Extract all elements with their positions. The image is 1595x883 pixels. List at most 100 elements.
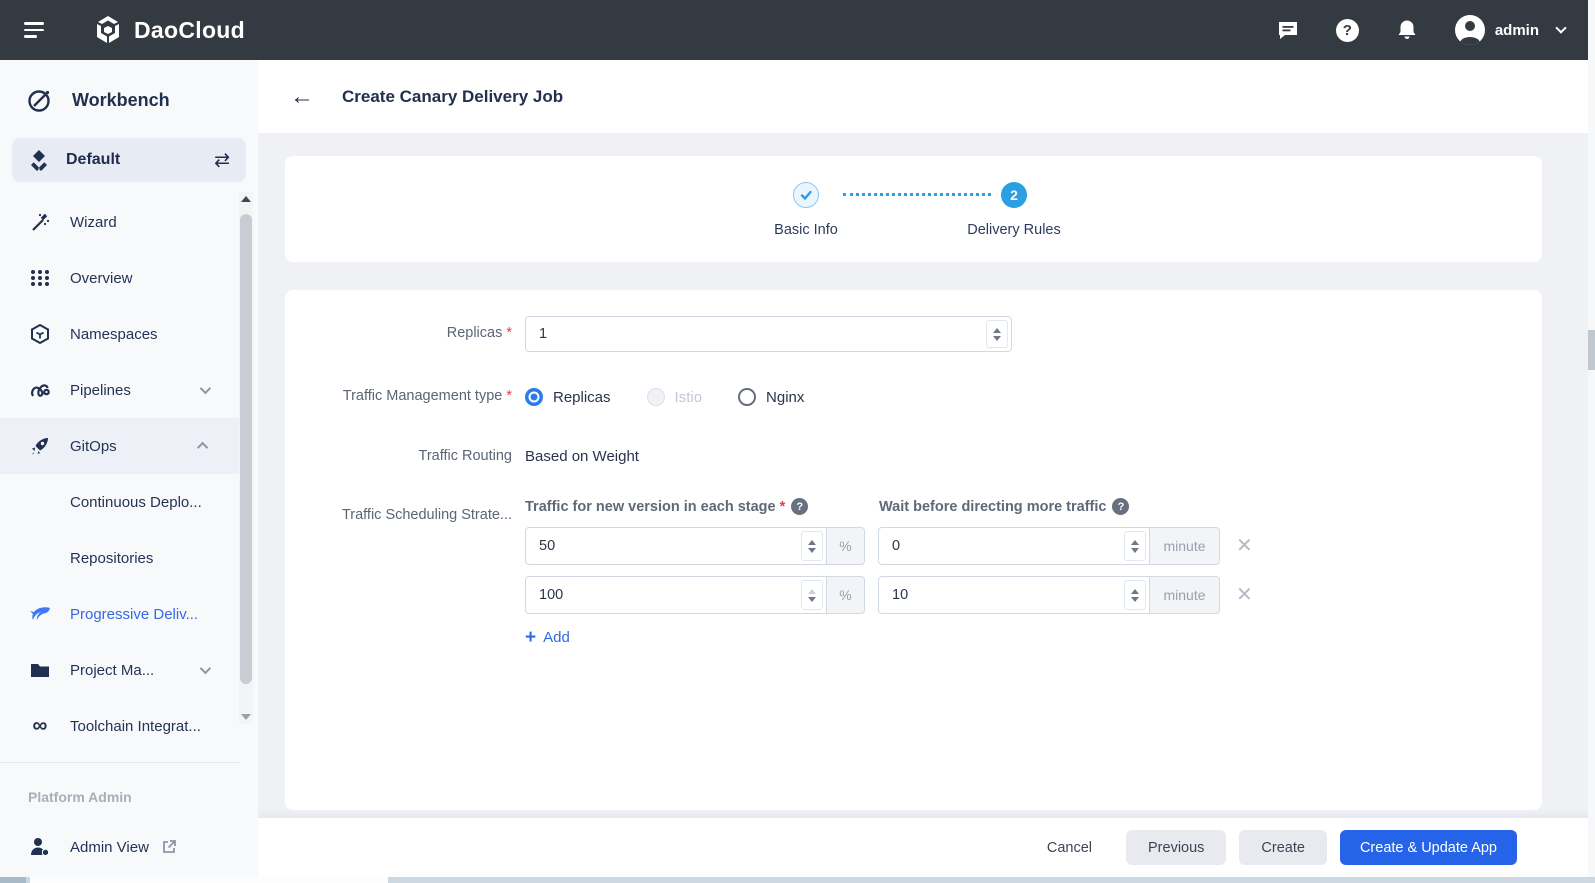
traffic-stage-column-header: Traffic for new version in each stage — [525, 499, 776, 515]
wait-column-header: Wait before directing more traffic — [879, 499, 1106, 515]
sidebar-item-project-management[interactable]: Project Ma... — [0, 642, 242, 698]
form-footer: Cancel Previous Create Create & Update A… — [258, 818, 1595, 877]
traffic-routing-label: Traffic Routing — [285, 439, 512, 465]
radio-selected-icon[interactable] — [525, 388, 543, 406]
step-delivery-rules-badge[interactable]: 2 — [1001, 182, 1027, 208]
delivery-rules-form-card: Replicas* Traffic Management type* Repli… — [285, 290, 1542, 810]
gitops-chevron-up-icon — [197, 442, 208, 453]
replicas-input-field[interactable] — [526, 326, 1011, 342]
radio-disabled-icon — [647, 388, 665, 406]
stage1-traffic-stepper[interactable] — [801, 531, 823, 561]
brand-name: DaoCloud — [134, 17, 245, 44]
sidebar-item-toolchain-integration[interactable]: ∞ Toolchain Integrat... — [0, 698, 242, 754]
traffic-type-label: Traffic Management type — [343, 388, 503, 404]
replicas-row: Replicas* — [285, 316, 1542, 352]
scheduling-strategy-row: Traffic Scheduling Strate... Traffic for… — [285, 498, 1542, 647]
workspace-icon — [28, 149, 50, 171]
step-label-basic-info: Basic Info — [774, 222, 838, 238]
stage1-wait-field[interactable] — [879, 538, 1149, 554]
stage2-traffic-stepper[interactable] — [801, 580, 823, 610]
required-asterisk: * — [506, 325, 512, 341]
project-chevron-down-icon — [200, 663, 211, 674]
radio-option-nginx[interactable]: Nginx — [738, 388, 804, 406]
sidebar-item-namespaces[interactable]: Namespaces — [0, 306, 242, 362]
scrollbar-thumb[interactable] — [240, 214, 252, 684]
stage1-wait-stepper[interactable] — [1124, 531, 1146, 561]
stage2-traffic-field[interactable] — [526, 587, 826, 603]
sidebar-item-pipelines[interactable]: Pipelines — [0, 362, 242, 418]
plus-icon: + — [525, 628, 536, 647]
sidebar: Workbench Default ⇄ Wizard — [0, 60, 258, 883]
window-horizontal-scrollbar[interactable] — [0, 877, 1595, 883]
replicas-stepper[interactable] — [986, 320, 1008, 348]
add-stage-button[interactable]: + Add — [525, 628, 570, 647]
gitops-rocket-icon — [28, 435, 52, 457]
sidebar-scrollbar[interactable] — [239, 192, 253, 724]
toolchain-infinity-icon: ∞ — [28, 719, 52, 733]
sidebar-menu: Wizard Overview Namespaces — [0, 194, 258, 754]
stage2-delete-icon[interactable]: ✕ — [1236, 585, 1253, 605]
sidebar-item-admin-view[interactable]: Admin View — [0, 835, 258, 859]
sidebar-item-progressive-delivery[interactable]: Progressive Deliv... — [0, 586, 242, 642]
brand[interactable]: DaoCloud — [92, 14, 245, 46]
stage1-traffic-input — [525, 527, 827, 565]
scrollbar-down-arrow[interactable] — [239, 710, 253, 724]
radio-option-replicas[interactable]: Replicas — [525, 388, 611, 406]
required-asterisk: * — [506, 388, 512, 404]
user-avatar[interactable] — [1455, 15, 1485, 45]
previous-button[interactable]: Previous — [1126, 830, 1226, 865]
sidebar-item-continuous-deployment[interactable]: Continuous Deplo... — [0, 474, 242, 530]
required-asterisk: * — [780, 499, 786, 515]
progressive-delivery-bird-icon — [28, 602, 52, 626]
horizontal-scrollbar-thumb[interactable] — [30, 877, 388, 883]
radio-unselected-icon[interactable] — [738, 388, 756, 406]
user-menu-chevron-down-icon[interactable] — [1555, 22, 1566, 33]
sidebar-item-gitops[interactable]: GitOps — [0, 418, 242, 474]
stage2-wait-field[interactable] — [879, 587, 1149, 603]
back-arrow-icon[interactable]: ← — [290, 85, 314, 109]
traffic-stage-help-icon[interactable]: ? — [791, 498, 808, 515]
stage1-delete-icon[interactable]: ✕ — [1236, 536, 1253, 556]
percent-unit-addon: % — [826, 527, 865, 565]
page-header: ← Create Canary Delivery Job — [258, 60, 1595, 133]
hamburger-menu-icon[interactable] — [24, 18, 44, 42]
help-icon[interactable]: ? — [1336, 19, 1359, 42]
minute-unit-addon: minute — [1149, 576, 1220, 614]
traffic-type-row: Traffic Management type* Replicas Istio — [285, 352, 1542, 406]
namespaces-hexagon-icon — [28, 323, 52, 345]
minute-unit-addon: minute — [1149, 527, 1220, 565]
username: admin — [1495, 22, 1539, 39]
workbench-icon — [26, 86, 54, 114]
traffic-routing-value: Based on Weight — [525, 439, 639, 465]
messages-icon[interactable] — [1276, 18, 1300, 42]
sidebar-item-overview[interactable]: Overview — [0, 250, 242, 306]
create-button[interactable]: Create — [1239, 830, 1327, 865]
wait-help-icon[interactable]: ? — [1112, 498, 1129, 515]
step-connector — [843, 193, 991, 196]
window-vertical-scrollbar[interactable] — [1588, 0, 1595, 877]
horizontal-scrollbar-corner — [0, 877, 26, 883]
sidebar-item-wizard[interactable]: Wizard — [0, 194, 242, 250]
stage2-traffic-input — [525, 576, 827, 614]
topbar-actions: ? admin — [1276, 15, 1565, 45]
sidebar-item-repositories[interactable]: Repositories — [0, 530, 242, 586]
pipelines-chevron-down-icon — [200, 383, 211, 394]
notifications-bell-icon[interactable] — [1395, 18, 1419, 42]
project-folder-icon — [28, 659, 52, 681]
step-basic-info-done-icon[interactable] — [793, 182, 819, 208]
workspace-selector-default[interactable]: Default ⇄ — [12, 138, 246, 182]
percent-unit-addon: % — [826, 576, 865, 614]
scrollbar-up-arrow[interactable] — [239, 192, 253, 206]
page-content: 2 Basic Info Delivery Rules Replicas* Tr… — [258, 133, 1595, 810]
replicas-input — [525, 316, 1012, 352]
vertical-scrollbar-thumb[interactable] — [1588, 330, 1595, 370]
stage1-traffic-field[interactable] — [526, 538, 826, 554]
scheduling-strategy-label: Traffic Scheduling Strate... — [285, 498, 512, 647]
top-bar: DaoCloud ? admin — [0, 0, 1595, 60]
create-and-update-app-button[interactable]: Create & Update App — [1340, 830, 1517, 865]
cancel-button[interactable]: Cancel — [1037, 830, 1102, 865]
pipelines-icon — [28, 379, 52, 401]
sidebar-header-workbench[interactable]: Workbench — [0, 60, 258, 130]
stage2-wait-stepper[interactable] — [1124, 580, 1146, 610]
switch-workspace-icon[interactable]: ⇄ — [214, 149, 230, 172]
